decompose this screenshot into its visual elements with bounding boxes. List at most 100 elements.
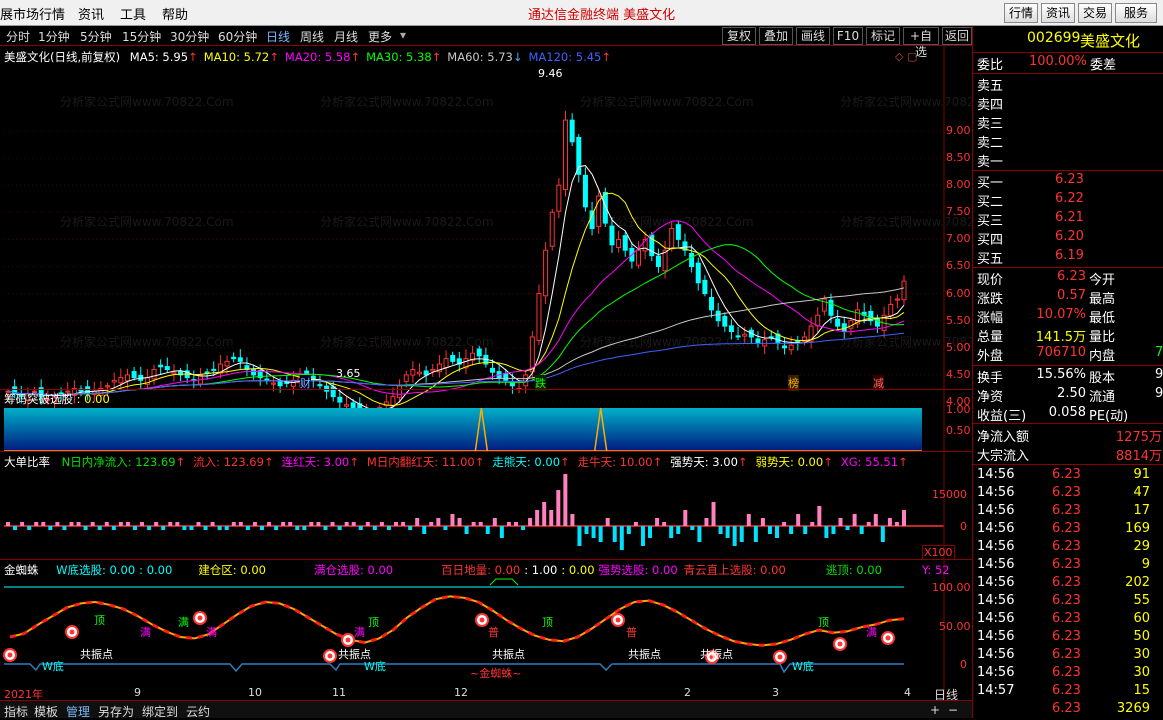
period-weekly[interactable]: 周线 [300,28,324,45]
add-favorite-button[interactable]: +自选 [903,27,939,59]
inflow-bar [34,522,39,526]
f10-button[interactable]: F10 [833,27,863,45]
menu-news[interactable]: 资讯 [78,4,104,23]
stat-label: 内盘 [1089,349,1116,364]
inflow-bar [570,514,575,526]
spider-dot[interactable] [341,633,355,647]
weibi-row: 委比 100.00% 委差 [977,54,1162,73]
buy-row: 买四 6.20 [977,229,1162,248]
tick-price: 6.23 [1052,665,1081,680]
candle [675,220,681,248]
spider-dot[interactable] [833,637,847,651]
price-tick: 5.00 [946,340,971,354]
period-daily[interactable]: 日线 [266,28,290,45]
candle [709,288,715,318]
spider-dot[interactable] [65,625,79,639]
inflow-bar [457,518,462,526]
adjust-button[interactable]: 复权 [722,27,756,45]
draw-line-button[interactable]: 画线 [796,27,830,45]
inflow-bar [662,522,667,526]
outflow-bar [612,526,617,542]
inflow-bar [542,502,547,526]
sell-level-label: 卖五 [977,79,1004,94]
outflow-bar [669,526,674,538]
period-30min[interactable]: 30分钟 [170,28,209,45]
price-tick: 8.00 [946,178,971,192]
buy-level-label: 买三 [977,214,1004,229]
candle [158,359,164,375]
candle [410,361,416,383]
spider-dot[interactable] [193,611,207,625]
tab-cloud[interactable]: 云约 [186,703,210,720]
tick-price: 6.23 [1052,593,1081,608]
period-5min[interactable]: 5分钟 [80,28,112,45]
tab-bind[interactable]: 绑定到 [142,703,178,720]
pane-separator[interactable] [0,559,972,560]
inflow-bar [746,514,751,526]
overlay-button[interactable]: 叠加 [759,27,793,45]
zoom-in-icon[interactable]: + [930,703,940,717]
arrow-up-icon: ↑ [175,455,186,469]
inflow-bar [415,518,420,526]
indicator3-item: 逃顶: 0.00 [825,563,882,577]
inflow-bar [429,522,434,526]
period-1min[interactable]: 1分钟 [38,28,70,45]
service-button[interactable]: 服务 [1115,3,1157,23]
tick-time: 14:56 [977,557,1015,572]
inflow-bar [168,522,173,526]
outflow-bar [422,526,427,534]
tick-time: 14:56 [977,575,1015,590]
spider-dot[interactable] [3,648,17,662]
inflow-bar [556,490,561,526]
buy-level-price: 6.23 [1055,172,1084,187]
tick-time: 14:56 [977,539,1015,554]
spider-mark: W底 [364,659,386,673]
pane-separator[interactable] [0,389,972,390]
tab-template[interactable]: 模板 [34,703,58,720]
pane-separator[interactable] [0,451,972,452]
stat-value: 6.23 [1057,269,1086,284]
spider-dot[interactable] [881,631,895,645]
inflow-bar [535,510,540,526]
quote-button[interactable]: 行情 [1004,3,1038,23]
spider-dot[interactable] [773,650,787,664]
tick-time: 14:56 [977,629,1015,644]
mark-button[interactable]: 标记 [866,27,900,45]
indicator3-chart: 顶满满满共振点W底满顶共振点W底普顶共振点普共振点 共振点W底顶满~金蜘蛛~ [3,578,905,680]
period-60min[interactable]: 60分钟 [218,28,257,45]
tab-indicator[interactable]: 指标 [4,703,28,720]
zoom-out-icon[interactable]: − [948,703,958,717]
back-button[interactable]: 返回 [942,27,972,45]
candle [901,275,907,305]
tab-save-as[interactable]: 另存为 [98,703,134,720]
spider-dot[interactable] [323,649,337,663]
inflow-bar [379,522,384,526]
inflow-bar [506,522,511,526]
price-tick: 7.50 [946,205,971,219]
period-timeshare[interactable]: 分时 [6,28,30,45]
more-dropdown-icon[interactable]: ▾ [400,28,406,42]
tick-price: 6.23 [1052,503,1081,518]
sell-level-label: 卖一 [977,155,1004,170]
stat-label: 收益(三) [977,409,1027,424]
news-button[interactable]: 资讯 [1041,3,1075,23]
inflow-bar [852,514,857,526]
spider-mark: 共振点 [628,647,661,661]
period-15min[interactable]: 15分钟 [122,28,161,45]
outflow-bar [182,526,187,530]
outflow-bar [521,526,526,530]
tick-row: 14:56 6.23 47 [977,485,1162,504]
menu-help[interactable]: 帮助 [162,4,188,23]
date-tick: 11 [332,686,346,699]
menu-tools[interactable]: 工具 [120,4,146,23]
candle [569,113,575,147]
tab-manage[interactable]: 管理 [66,703,90,720]
trade-button[interactable]: 交易 [1078,3,1112,23]
spider-dot[interactable] [611,613,625,627]
outflow-bar [845,526,850,530]
outflow-bar [859,526,864,534]
period-monthly[interactable]: 月线 [334,28,358,45]
stat-label: 涨幅 [977,311,1004,326]
spider-dot[interactable] [475,613,489,627]
period-more[interactable]: 更多 [368,28,392,45]
